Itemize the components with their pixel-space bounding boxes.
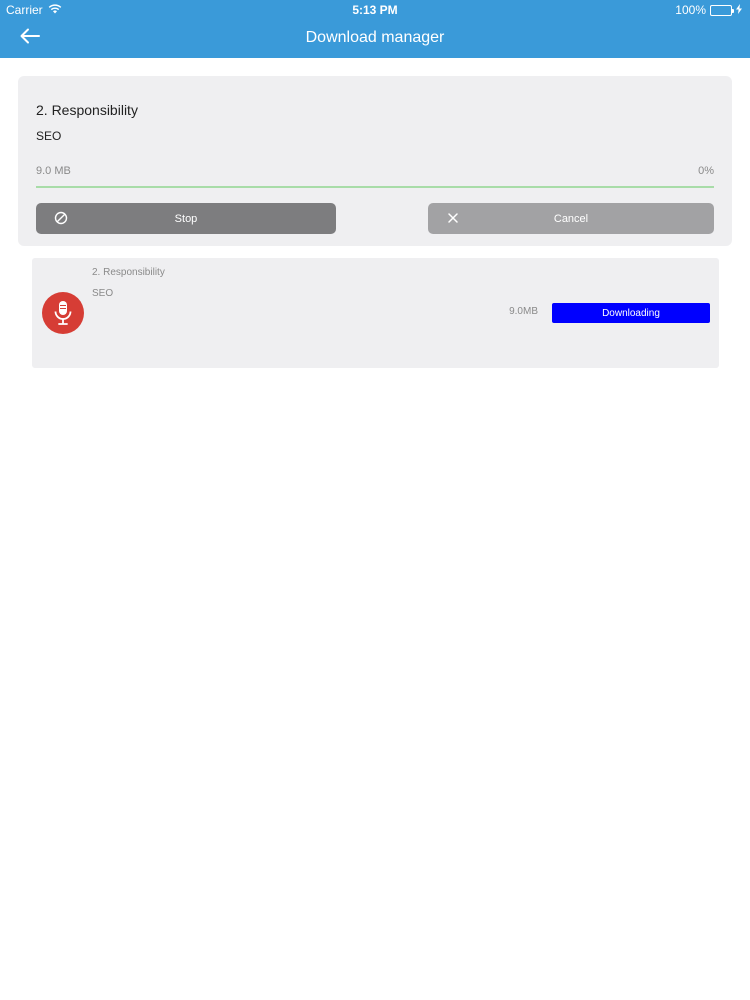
nav-bar: Download manager [0,20,750,58]
cancel-label: Cancel [553,212,589,225]
download-percent: 0% [698,165,714,177]
download-subtitle: SEO [36,129,62,143]
charging-icon [736,3,742,17]
downloading-status-button[interactable]: Downloading [552,303,710,323]
active-download-card: 2. Responsibility SEO 9.0 MB 0% Stop Can… [18,76,732,246]
list-item-title: 2. Responsibility [92,267,165,278]
list-item[interactable]: 2. Responsibility SEO 9.0MB Downloading [32,258,719,368]
list-item-subtitle: SEO [92,288,114,299]
progress-bar [36,186,714,188]
microphone-icon [42,292,84,334]
app-header: Carrier 5:13 PM 100% Download manager [0,0,750,58]
close-icon [446,211,460,225]
status-bar: Carrier 5:13 PM 100% [0,0,750,20]
list-item-size: 9.0MB [509,306,538,317]
cancel-button[interactable]: Cancel [428,203,714,234]
download-size: 9.0 MB [36,165,71,177]
battery-label: 100% [675,3,706,17]
no-entry-icon [54,211,68,225]
stop-label: Stop [174,212,198,225]
status-right: 100% [675,3,742,17]
status-time: 5:13 PM [352,3,398,17]
battery-icon [710,4,734,16]
download-title: 2. Responsibility [36,102,138,118]
stop-button[interactable]: Stop [36,203,336,234]
page-title: Download manager [305,29,445,46]
